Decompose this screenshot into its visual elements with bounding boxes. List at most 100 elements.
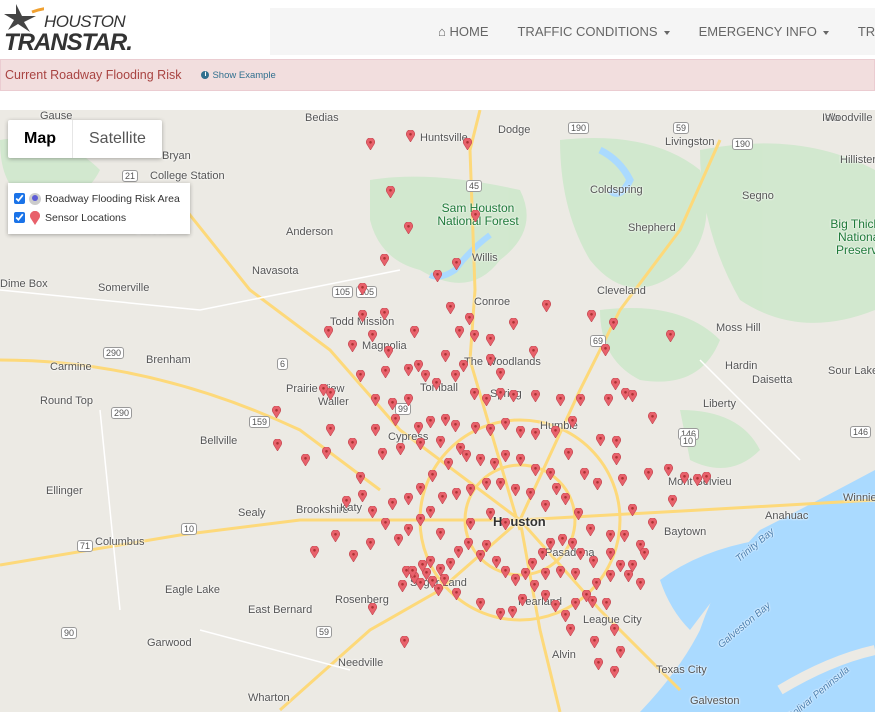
sensor-marker[interactable] [486, 424, 495, 436]
sensor-marker[interactable] [444, 458, 453, 470]
sensor-marker[interactable] [693, 474, 702, 486]
sensor-marker[interactable] [466, 484, 475, 496]
sensor-marker[interactable] [381, 518, 390, 530]
sensor-marker[interactable] [470, 388, 479, 400]
sensor-marker[interactable] [310, 546, 319, 558]
sensor-marker[interactable] [358, 490, 367, 502]
sensor-marker[interactable] [378, 448, 387, 460]
sensor-marker[interactable] [404, 222, 413, 234]
sensor-marker[interactable] [644, 468, 653, 480]
sensor-marker[interactable] [451, 370, 460, 382]
sensor-marker[interactable] [496, 478, 505, 490]
sensor-marker[interactable] [454, 546, 463, 558]
show-example-link[interactable]: i Show Example [201, 70, 276, 81]
sensor-marker[interactable] [576, 394, 585, 406]
sensor-marker[interactable] [501, 418, 510, 430]
sensor-marker[interactable] [391, 414, 400, 426]
sensor-marker[interactable] [396, 443, 405, 455]
sensor-marker[interactable] [446, 302, 455, 314]
sensor-marker[interactable] [594, 658, 603, 670]
sensor-marker[interactable] [322, 447, 331, 459]
sensor-marker[interactable] [394, 534, 403, 546]
sensor-marker[interactable] [568, 416, 577, 428]
sensor-marker[interactable] [511, 484, 520, 496]
sensor-marker[interactable] [426, 556, 435, 568]
sensor-marker[interactable] [601, 344, 610, 356]
sensor-marker[interactable] [404, 524, 413, 536]
sensor-marker[interactable] [592, 578, 601, 590]
sensor-marker[interactable] [416, 438, 425, 450]
sensor-marker[interactable] [602, 598, 611, 610]
sensor-marker[interactable] [571, 568, 580, 580]
sensor-locations-checkbox[interactable] [14, 212, 25, 223]
sensor-marker[interactable] [541, 568, 550, 580]
sensor-marker[interactable] [530, 580, 539, 592]
sensor-marker[interactable] [459, 360, 468, 372]
sensor-marker[interactable] [552, 483, 561, 495]
sensor-marker[interactable] [486, 354, 495, 366]
sensor-marker[interactable] [438, 492, 447, 504]
sensor-marker[interactable] [528, 558, 537, 570]
nav-travel[interactable]: TRA [858, 24, 875, 39]
sensor-marker[interactable] [441, 350, 450, 362]
sensor-marker[interactable] [486, 508, 495, 520]
sensor-marker[interactable] [466, 518, 475, 530]
sensor-marker[interactable] [464, 538, 473, 550]
sensor-marker[interactable] [465, 313, 474, 325]
sensor-marker[interactable] [648, 518, 657, 530]
sensor-marker[interactable] [492, 556, 501, 568]
sensor-marker[interactable] [452, 258, 461, 270]
sensor-marker[interactable] [596, 434, 605, 446]
sensor-marker[interactable] [702, 472, 711, 484]
sensor-marker[interactable] [404, 364, 413, 376]
sensor-marker[interactable] [368, 506, 377, 518]
sensor-marker[interactable] [501, 450, 510, 462]
sensor-marker[interactable] [388, 498, 397, 510]
sensor-marker[interactable] [541, 500, 550, 512]
sensor-marker[interactable] [482, 540, 491, 552]
sensor-marker[interactable] [574, 508, 583, 520]
nav-home[interactable]: ⌂ HOME [438, 24, 488, 39]
sensor-marker[interactable] [541, 590, 550, 602]
sensor-marker[interactable] [668, 495, 677, 507]
sensor-marker[interactable] [348, 438, 357, 450]
sensor-marker[interactable] [618, 474, 627, 486]
sensor-marker[interactable] [441, 414, 450, 426]
sensor-marker[interactable] [446, 558, 455, 570]
sensor-marker[interactable] [561, 610, 570, 622]
sensor-marker[interactable] [566, 624, 575, 636]
sensor-marker[interactable] [331, 530, 340, 542]
sensor-marker[interactable] [571, 598, 580, 610]
sensor-marker[interactable] [436, 528, 445, 540]
sensor-marker[interactable] [593, 478, 602, 490]
sensor-marker[interactable] [356, 472, 365, 484]
sensor-marker[interactable] [516, 426, 525, 438]
sensor-marker[interactable] [501, 566, 510, 578]
sensor-marker[interactable] [451, 420, 460, 432]
sensor-marker[interactable] [636, 578, 645, 590]
sensor-marker[interactable] [426, 416, 435, 428]
sensor-marker[interactable] [380, 308, 389, 320]
sensor-marker[interactable] [463, 138, 472, 150]
sensor-marker[interactable] [476, 454, 485, 466]
sensor-marker[interactable] [324, 326, 333, 338]
sensor-marker[interactable] [556, 566, 565, 578]
sensor-marker[interactable] [518, 594, 527, 606]
sensor-marker[interactable] [455, 326, 464, 338]
sensor-marker[interactable] [273, 439, 282, 451]
sensor-marker[interactable] [436, 564, 445, 576]
sensor-marker[interactable] [610, 666, 619, 678]
sensor-marker[interactable] [516, 454, 525, 466]
sensor-marker[interactable] [414, 422, 423, 434]
sensor-marker[interactable] [301, 454, 310, 466]
sensor-marker[interactable] [586, 524, 595, 536]
sensor-marker[interactable] [546, 468, 555, 480]
sensor-marker[interactable] [452, 488, 461, 500]
sensor-marker[interactable] [611, 378, 620, 390]
map-type-map[interactable]: Map [8, 120, 73, 158]
sensor-marker[interactable] [432, 378, 441, 390]
sensor-marker[interactable] [508, 606, 517, 618]
sensor-marker[interactable] [526, 488, 535, 500]
sensor-marker[interactable] [380, 254, 389, 266]
sensor-marker[interactable] [509, 318, 518, 330]
